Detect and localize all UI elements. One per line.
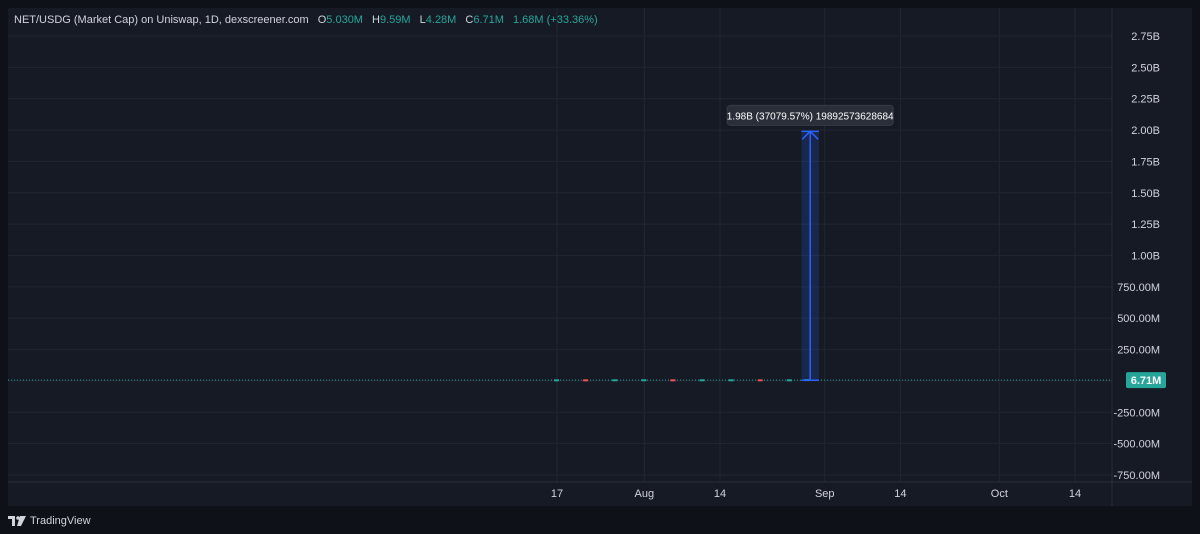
candle xyxy=(583,379,589,382)
low-value: 4.28M xyxy=(425,14,457,26)
candle xyxy=(641,379,647,382)
y-tick-label: 250.00M xyxy=(1117,345,1160,357)
y-tick-label: -500.00M xyxy=(1114,439,1160,451)
close-value: 6.71M xyxy=(473,14,504,26)
chart-canvas[interactable]: 2.75B 2.50B 2.25B 2.00B 1.75B 1.50B 1.25B 1.00B… xyxy=(0,0,1200,534)
y-tick-label: 2.75B xyxy=(1131,31,1160,43)
y-tick-label: 2.00B xyxy=(1131,125,1160,137)
x-tick-label: Sep xyxy=(815,488,835,500)
candle xyxy=(554,379,559,382)
candle xyxy=(728,379,734,382)
high-label: H xyxy=(372,14,380,26)
x-tick-label: 14 xyxy=(894,488,906,500)
open-value: 5.030M xyxy=(326,14,363,26)
x-tick-label: 14 xyxy=(1069,488,1081,500)
y-tick-label: -250.00M xyxy=(1114,407,1160,419)
y-tick-label: 1.75B xyxy=(1131,156,1160,168)
y-tick-label: 2.50B xyxy=(1131,62,1160,74)
last-price-label: 6.71M xyxy=(1131,375,1162,387)
x-tick-label: 14 xyxy=(714,488,726,500)
grid xyxy=(8,8,1112,482)
chart-legend: NET/USDG (Market Cap) on Uniswap, 1D, de… xyxy=(14,14,598,26)
measure-tool[interactable]: 1.98B (37079.57%) 19892573628684 xyxy=(726,104,894,382)
axes: 2.75B 2.50B 2.25B 2.00B 1.75B 1.50B 1.25B 1.00B… xyxy=(8,8,1192,506)
candle xyxy=(670,379,676,382)
x-tick-label: Aug xyxy=(635,488,655,500)
y-tick-label: 1.50B xyxy=(1131,188,1160,200)
high-value: 9.59M xyxy=(380,14,411,26)
y-tick-label: 1.00B xyxy=(1131,251,1160,263)
x-tick-label: 17 xyxy=(551,488,563,500)
candle xyxy=(699,379,705,382)
candle xyxy=(757,379,763,382)
candle xyxy=(612,379,618,382)
x-tick-label: Oct xyxy=(991,488,1008,500)
y-tick-label: 2.25B xyxy=(1131,94,1160,106)
y-tick-label: -750.00M xyxy=(1114,470,1160,482)
y-tick-label: 1.25B xyxy=(1131,219,1160,231)
open-label: O xyxy=(317,14,327,26)
y-tick-label: 500.00M xyxy=(1117,313,1160,325)
measure-label: 1.98B (37079.57%) 19892573628684 xyxy=(727,111,894,122)
symbol-title: NET/USDG (Market Cap) on Uniswap, 1D, de… xyxy=(14,14,309,26)
y-tick-label: 750.00M xyxy=(1117,282,1160,294)
candle xyxy=(786,379,792,382)
change-value: 1.68M (+33.36%) xyxy=(513,14,598,26)
